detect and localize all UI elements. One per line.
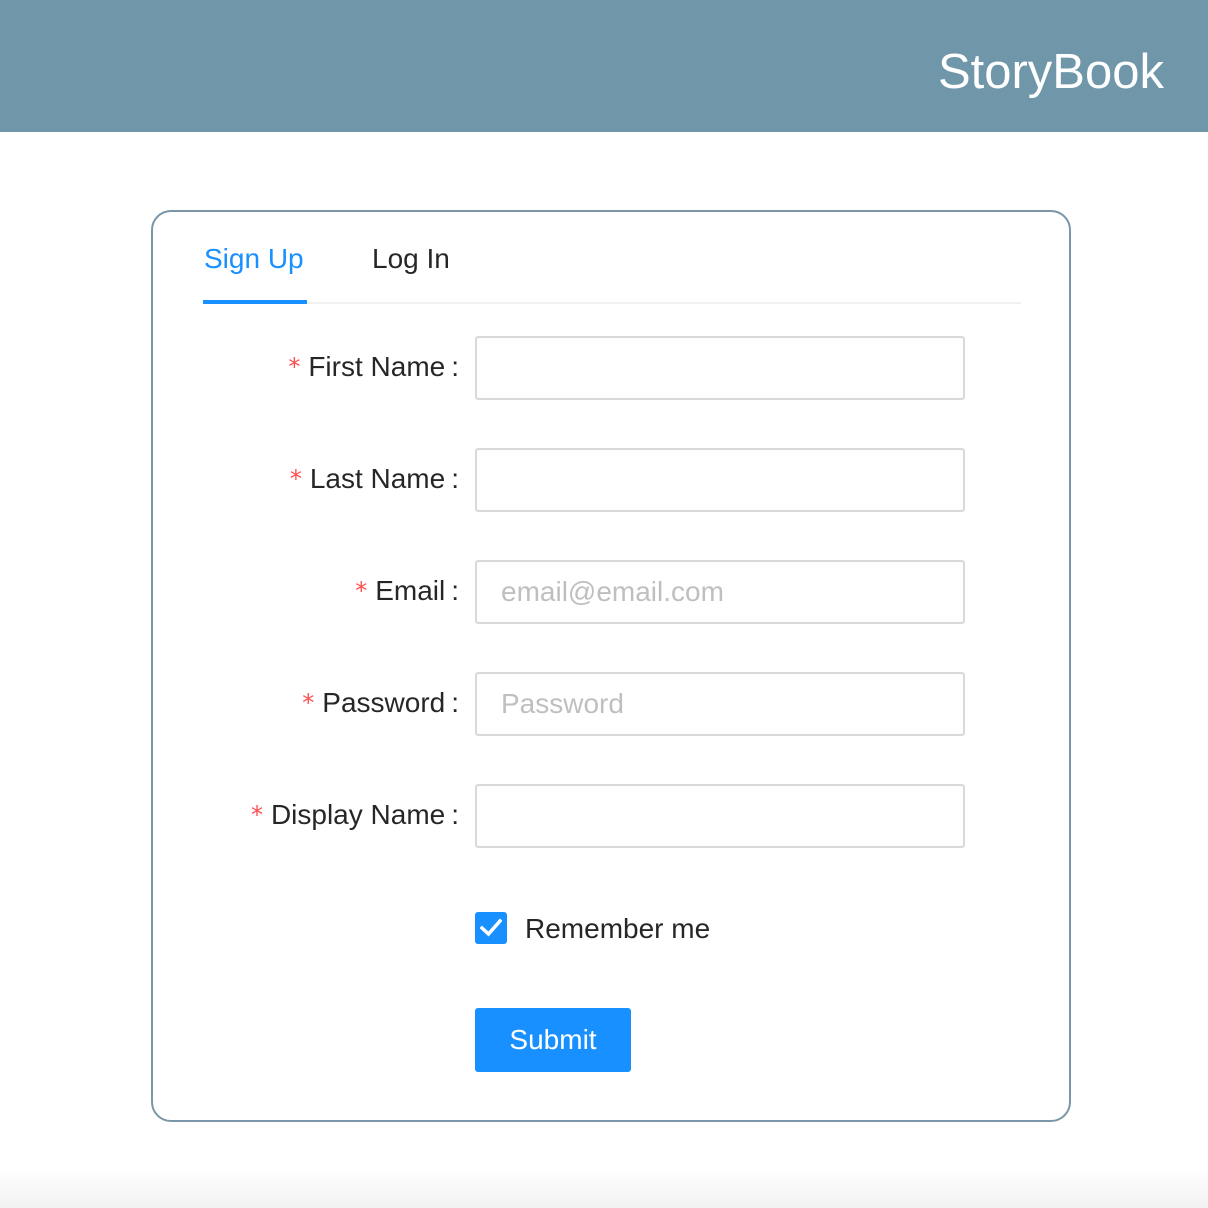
required-mark: * xyxy=(355,577,368,605)
form-row-last-name: * Last Name: xyxy=(153,448,1069,512)
last-name-label: * Last Name: xyxy=(289,463,459,494)
checkmark-icon xyxy=(480,918,502,937)
required-mark: * xyxy=(288,353,301,381)
tab-sign-up[interactable]: Sign Up xyxy=(204,242,304,276)
display-name-input[interactable] xyxy=(475,784,965,848)
email-input[interactable] xyxy=(475,560,965,624)
password-label: * Password: xyxy=(302,687,459,718)
submit-button[interactable]: Submit xyxy=(475,1008,631,1072)
remember-me-checkbox[interactable] xyxy=(475,912,507,944)
app-header: StoryBook xyxy=(0,0,1208,132)
auth-tabs: Sign Up Log In xyxy=(203,212,1021,304)
page: StoryBook Sign Up Log In * First Name: * L… xyxy=(0,0,1208,1208)
app-title: StoryBook xyxy=(937,45,1164,99)
bottom-fade xyxy=(0,1168,1208,1208)
remember-me-label: Remember me xyxy=(525,913,711,944)
last-name-input[interactable] xyxy=(475,448,965,512)
remember-me-row[interactable]: Remember me xyxy=(475,912,875,946)
form-row-password: * Password: xyxy=(153,672,1069,736)
password-input[interactable] xyxy=(475,672,965,736)
email-label: * Email: xyxy=(355,575,459,606)
required-mark: * xyxy=(250,801,263,829)
active-tab-indicator xyxy=(203,300,307,304)
display-name-label: * Display Name: xyxy=(250,799,459,830)
form-row-display-name: * Display Name: xyxy=(153,784,1069,848)
auth-card: Sign Up Log In * First Name: * Last Name: … xyxy=(151,210,1071,1122)
first-name-label: * First Name: xyxy=(288,351,459,382)
first-name-input[interactable] xyxy=(475,336,965,400)
required-mark: * xyxy=(289,465,302,493)
form-row-email: * Email: xyxy=(153,560,1069,624)
required-mark: * xyxy=(302,689,315,717)
form-row-first-name: * First Name: xyxy=(153,336,1069,400)
tab-log-in[interactable]: Log In xyxy=(372,242,450,276)
